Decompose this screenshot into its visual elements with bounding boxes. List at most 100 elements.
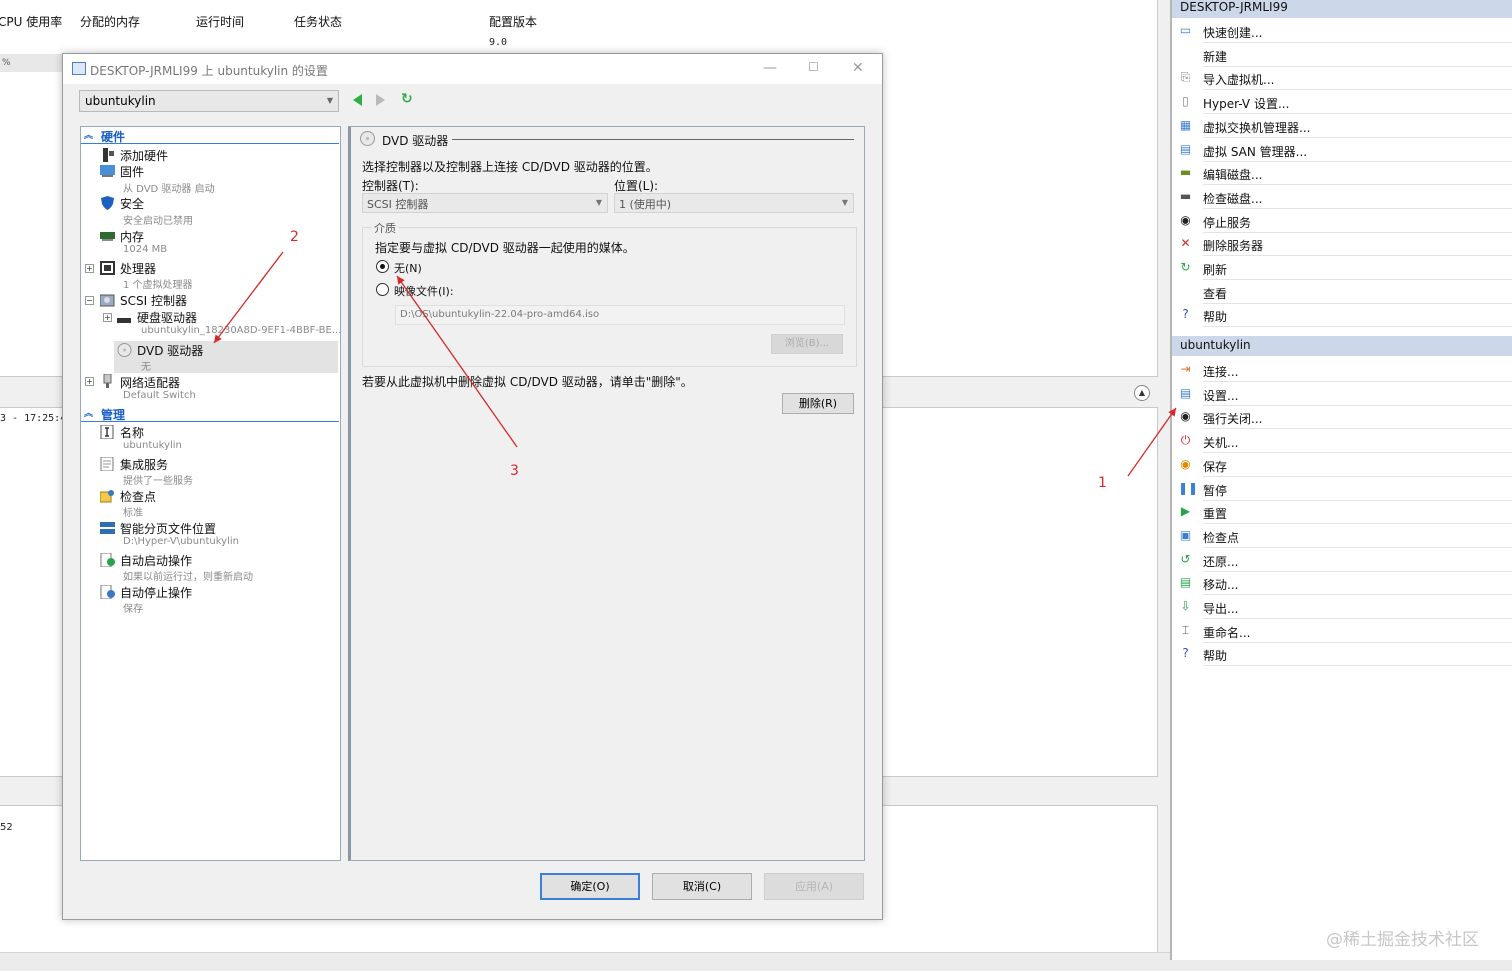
- refresh-icon[interactable]: ↻: [401, 91, 413, 107]
- connect-icon: ⇥: [1180, 362, 1191, 376]
- maximize-icon[interactable]: ☐: [808, 60, 819, 74]
- vm-list-header: CPU 使用率 分配的内存 运行时间 任务状态 配置版本: [0, 8, 1158, 34]
- vm-actions-header[interactable]: ubuntukylin: [1172, 336, 1512, 356]
- vm-row-selected[interactable]: %: [0, 54, 62, 72]
- host-action-0[interactable]: ▭ 快速创建...: [1172, 19, 1512, 43]
- checkpoints-sub: 标准: [123, 508, 143, 519]
- host-action-5[interactable]: ▤ 虚拟 SAN 管理器...: [1172, 138, 1512, 162]
- tree-security[interactable]: 安全: [120, 195, 144, 212]
- move-icon: ▤: [1179, 575, 1192, 590]
- host-action-label: 查看: [1203, 286, 1228, 301]
- browse-button[interactable]: 浏览(B)...: [771, 334, 843, 354]
- vm-select[interactable]: ubuntukylin ▼: [79, 90, 339, 112]
- detail-description: 选择控制器以及控制器上连接 CD/DVD 驱动器的位置。: [362, 160, 658, 174]
- vm-action-8[interactable]: ↺ 还原...: [1172, 548, 1512, 572]
- vm-action-5[interactable]: ❚❚ 暂停: [1172, 477, 1512, 501]
- image-file-radio[interactable]: [376, 283, 389, 296]
- host-action-7[interactable]: ▬ 检查磁盘...: [1172, 185, 1512, 209]
- cpu-fragment: %: [2, 58, 11, 68]
- host-action-9[interactable]: ✕ 删除服务器: [1172, 232, 1512, 257]
- host-action-4[interactable]: ▦ 虚拟交换机管理器...: [1172, 114, 1512, 138]
- host-action-8[interactable]: ◉ 停止服务: [1172, 209, 1512, 233]
- management-section[interactable]: ︽ 管理: [81, 405, 339, 422]
- integration-sub: 提供了一些服务: [123, 476, 193, 487]
- dialog-title-bar[interactable]: DESKTOP-JRMLI99 上 ubuntukylin 的设置 — ☐ ✕: [63, 54, 882, 84]
- none-radio[interactable]: [376, 260, 389, 273]
- inspect-disk-icon: ▬: [1179, 188, 1192, 203]
- forward-arrow-icon[interactable]: [376, 94, 385, 106]
- vm-action-1[interactable]: ▤ 设置...: [1172, 382, 1512, 406]
- host-action-11[interactable]: 查看: [1172, 280, 1512, 304]
- controller-select[interactable]: SCSI 控制器 ▼: [362, 193, 608, 213]
- ok-button[interactable]: 确定(O): [540, 873, 640, 900]
- tree-checkpoints[interactable]: 检查点: [120, 488, 156, 505]
- image-file-label[interactable]: 映像文件(I):: [394, 283, 454, 299]
- vm-action-0[interactable]: ⇥ 连接...: [1172, 358, 1512, 382]
- col-memory[interactable]: 分配的内存: [80, 13, 140, 30]
- collapse-chevron-icon[interactable]: ︽: [84, 128, 93, 141]
- vm-action-11[interactable]: ⌶ 重命名...: [1172, 619, 1512, 643]
- auto-start-sub: 如果以前运行过，则重新启动: [123, 572, 253, 583]
- dvd-drive-sub: 无: [141, 362, 151, 373]
- vm-action-12[interactable]: ? 帮助: [1172, 642, 1512, 667]
- location-select[interactable]: 1 (使用中) ▼: [614, 193, 854, 213]
- expand-icon[interactable]: +: [103, 313, 112, 322]
- detail-panel: DVD 驱动器 选择控制器以及控制器上连接 CD/DVD 驱动器的位置。 控制器…: [348, 126, 865, 861]
- host-action-10[interactable]: ↻ 刷新: [1172, 256, 1512, 280]
- vm-action-6[interactable]: ▶ 重置: [1172, 500, 1512, 525]
- vm-action-3[interactable]: ⏻ 关机...: [1172, 429, 1512, 454]
- tree-add-hardware[interactable]: 添加硬件: [120, 147, 168, 164]
- vm-action-4[interactable]: ◉ 保存: [1172, 453, 1512, 477]
- vm-action-9[interactable]: ▤ 移动...: [1172, 571, 1512, 596]
- vm-action-7[interactable]: ▣ 检查点: [1172, 524, 1512, 548]
- host-action-label: 新建: [1203, 49, 1228, 64]
- back-arrow-icon[interactable]: [353, 94, 362, 106]
- tree-auto-start[interactable]: 自动启动操作: [120, 552, 192, 569]
- cancel-button[interactable]: 取消(C): [652, 873, 752, 900]
- apply-button[interactable]: 应用(A): [764, 873, 864, 900]
- export-icon: ⇩: [1180, 599, 1191, 613]
- image-path-input[interactable]: D:\OS\ubuntukylin-22.04-pro-amd64.iso: [395, 305, 845, 325]
- import-vm-icon: ⎘: [1180, 70, 1191, 85]
- col-status[interactable]: 任务状态: [294, 13, 342, 30]
- host-action-2[interactable]: ⎘ 导入虚拟机...: [1172, 66, 1512, 91]
- minimize-icon[interactable]: —: [763, 60, 777, 76]
- tree-integration-services[interactable]: 集成服务: [120, 456, 168, 473]
- memory-sub: 1024 MB: [123, 244, 168, 255]
- col-cpu[interactable]: CPU 使用率: [0, 13, 62, 30]
- host-action-12[interactable]: ? 帮助: [1172, 303, 1512, 328]
- tree-network-adapter[interactable]: 网络适配器: [120, 374, 180, 391]
- col-config-version[interactable]: 配置版本: [489, 13, 537, 30]
- host-action-1[interactable]: 新建: [1172, 43, 1512, 67]
- tree-scsi-controller[interactable]: SCSI 控制器: [120, 292, 187, 309]
- tree-processor[interactable]: 处理器: [120, 260, 156, 277]
- location-label: 位置(L):: [614, 179, 659, 193]
- tree-firmware[interactable]: 固件: [120, 163, 144, 180]
- auto-stop-icon: [100, 585, 115, 599]
- tree-hard-drive[interactable]: 硬盘驱动器: [137, 309, 197, 326]
- vm-row[interactable]: 9.0: [0, 34, 1158, 52]
- tree-auto-stop[interactable]: 自动停止操作: [120, 584, 192, 601]
- vm-action-2[interactable]: ◉ 强行关闭...: [1172, 405, 1512, 430]
- host-actions-header[interactable]: DESKTOP-JRMLI99: [1172, 0, 1512, 18]
- collapse-chevron-icon[interactable]: ︽: [84, 406, 93, 419]
- watermark: @稀土掘金技术社区: [1326, 930, 1479, 950]
- network-adapter-icon: [103, 374, 112, 388]
- collapse-icon[interactable]: −: [85, 296, 94, 305]
- processor-sub: 1 个虚拟处理器: [123, 280, 193, 291]
- close-icon[interactable]: ✕: [852, 60, 864, 76]
- host-action-6[interactable]: ▬ 编辑磁盘...: [1172, 161, 1512, 186]
- host-action-3[interactable]: ▯ Hyper-V 设置...: [1172, 90, 1512, 115]
- expand-icon[interactable]: +: [85, 377, 94, 386]
- tree-name[interactable]: 名称: [120, 424, 144, 441]
- tree-smart-paging[interactable]: 智能分页文件位置: [120, 520, 216, 537]
- tree-memory[interactable]: 内存: [120, 228, 144, 245]
- expand-icon[interactable]: +: [85, 264, 94, 273]
- hardware-section[interactable]: ︽ 硬件: [81, 127, 339, 144]
- host-action-label: 检查磁盘...: [1203, 191, 1263, 206]
- vm-action-10[interactable]: ⇩ 导出...: [1172, 595, 1512, 619]
- col-uptime[interactable]: 运行时间: [196, 13, 244, 30]
- collapse-icon[interactable]: ▲: [1134, 385, 1150, 401]
- none-radio-label[interactable]: 无(N): [394, 260, 422, 276]
- remove-button[interactable]: 删除(R): [782, 393, 854, 414]
